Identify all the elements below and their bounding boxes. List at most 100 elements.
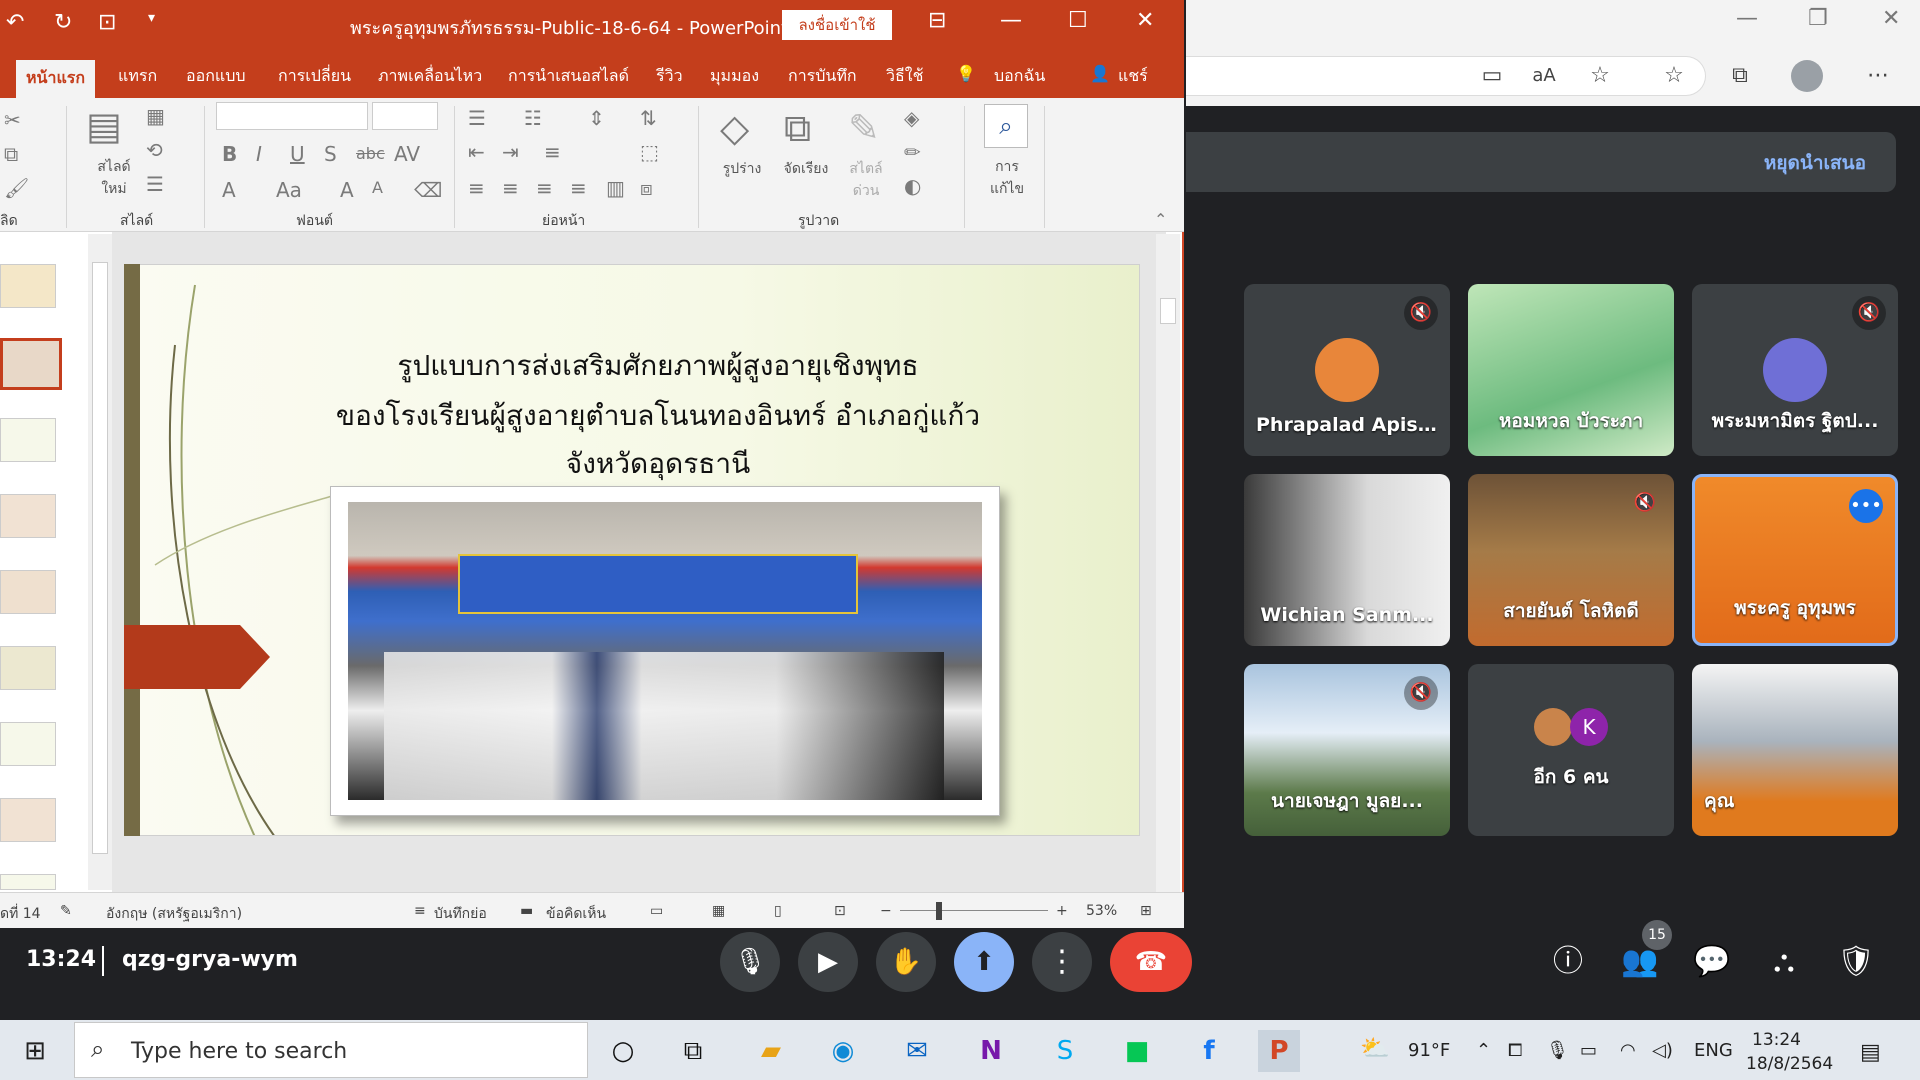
tab-review[interactable]: รีวิว [656, 64, 683, 89]
mic-button[interactable]: 🎙 [720, 932, 780, 992]
tab-tell-me[interactable]: บอกฉัน [994, 64, 1045, 89]
zoom-level[interactable]: 53% [1086, 903, 1117, 919]
volume-icon[interactable]: ◁) [1652, 1040, 1673, 1061]
collections-icon[interactable]: ⧉ [1722, 58, 1758, 94]
participant-tile[interactable]: 🔇 พระมหามิตร ฐิตป... [1692, 284, 1898, 456]
notes-button[interactable]: บันทึกย่อ [434, 903, 487, 925]
present-from-start-icon[interactable]: ⊡ [98, 10, 116, 35]
font-name-dropdown[interactable] [216, 102, 368, 130]
collapse-ribbon-icon[interactable]: ⌃ [1154, 210, 1167, 229]
share-icon[interactable]: 👤 [1090, 64, 1110, 83]
slide-thumbnail[interactable] [0, 264, 56, 308]
columns-layout-icon[interactable]: ▥ [606, 176, 625, 200]
meet-now-icon[interactable]: ⧠ [1508, 1040, 1522, 1061]
slide-thumbnail[interactable] [0, 570, 56, 614]
zoom-in-icon[interactable]: + [1056, 903, 1068, 919]
end-call-button[interactable]: ☎ [1110, 932, 1192, 992]
slide-thumbnail[interactable] [0, 722, 56, 766]
shadow-icon[interactable]: S [324, 142, 337, 166]
more-icon[interactable]: ⋯ [1860, 58, 1896, 94]
spellcheck-icon[interactable]: ✎ [60, 903, 72, 919]
tab-help[interactable]: วิธีใช้ [886, 64, 923, 89]
cut-icon[interactable]: ✂ [4, 108, 21, 132]
battery-icon[interactable]: ▭ [1580, 1040, 1597, 1061]
decrease-font-icon[interactable]: A [372, 178, 383, 197]
zoom-out-icon[interactable]: − [880, 903, 892, 919]
justify-icon[interactable]: ≡ [570, 176, 587, 200]
new-slide-icon[interactable]: ▤ [86, 104, 122, 148]
tab-insert[interactable]: แทรก [118, 64, 157, 89]
scroll-thumb[interactable] [1160, 298, 1176, 324]
file-explorer-icon[interactable]: ▰ [750, 1030, 792, 1072]
shapes-button[interactable]: รูปร่าง [712, 158, 772, 180]
italic-icon[interactable]: I [256, 142, 262, 166]
thumbnails-scrollbar[interactable] [88, 234, 112, 890]
line-spacing-icon[interactable]: ⇕ [588, 106, 605, 130]
more-options-icon[interactable]: ••• [1849, 489, 1883, 523]
reading-view-icon[interactable]: ▯ [774, 903, 782, 919]
show-hidden-icons[interactable]: ⌃ [1476, 1040, 1491, 1061]
skype-icon[interactable]: S [1044, 1030, 1086, 1072]
align-left-icon[interactable]: ≡ [468, 176, 485, 200]
quick-styles-icon[interactable]: ✎ [848, 106, 880, 150]
add-favorite-icon[interactable]: ☆ [1582, 58, 1618, 94]
present-button[interactable]: ⬆ [954, 932, 1014, 992]
tab-animations[interactable]: ภาพเคลื่อนไหว [378, 64, 482, 89]
participant-tile-self[interactable]: คุณ [1692, 664, 1898, 836]
tab-design[interactable]: ออกแบบ [186, 64, 246, 89]
cortana-icon[interactable]: ○ [602, 1030, 644, 1072]
participant-tile[interactable]: 🔇 สายยันต์ โลหิตดี [1468, 474, 1674, 646]
camera-button[interactable]: ▶ [798, 932, 858, 992]
facebook-icon[interactable]: f [1188, 1030, 1230, 1072]
reset-icon[interactable]: ⟲ [146, 138, 163, 162]
underline-icon[interactable]: U [290, 142, 305, 166]
numbering-icon[interactable]: ☷ [524, 106, 542, 130]
activities-icon[interactable]: ⛬ [1762, 940, 1806, 984]
font-size-dropdown[interactable] [372, 102, 438, 130]
notes-icon[interactable]: ≡ [414, 903, 426, 919]
format-painter-icon[interactable]: 🖌 [4, 176, 29, 200]
microphone-icon[interactable]: 🎙 [1546, 1040, 1569, 1061]
minimize-icon[interactable]: — [1736, 6, 1758, 31]
slide-thumbnail[interactable] [0, 874, 56, 890]
shape-outline-icon[interactable]: ✏ [904, 140, 921, 164]
zoom-slider-thumb[interactable] [936, 902, 942, 920]
customize-qat-icon[interactable]: ▾ [148, 10, 155, 26]
zoom-slider[interactable] [900, 910, 1048, 911]
align-text-icon[interactable]: ⬚ [640, 140, 659, 164]
tab-view[interactable]: มุมมอง [710, 64, 759, 89]
participant-tile-active[interactable]: ••• พระครู อุทุมพร [1692, 474, 1898, 646]
slide-thumbnail[interactable] [0, 798, 56, 842]
find-icon[interactable]: ⌕ [984, 104, 1028, 148]
quick-styles-button[interactable]: สไตล์ ด่วน [840, 158, 892, 202]
slide-sorter-icon[interactable]: ▦ [712, 903, 725, 919]
mail-icon[interactable]: ✉ [896, 1030, 938, 1072]
columns-icon[interactable]: ≡ [544, 140, 561, 164]
signin-button[interactable]: ลงชื่อเข้าใช้ [782, 10, 892, 40]
shape-fill-icon[interactable]: ◈ [904, 106, 919, 130]
network-icon[interactable]: ◠ [1620, 1040, 1636, 1061]
shape-effects-icon[interactable]: ◐ [904, 174, 921, 198]
arrange-icon[interactable]: ⧉ [784, 106, 811, 151]
language-indicator[interactable]: อังกฤษ (สหรัฐอเมริกา) [106, 903, 242, 925]
weather-temp[interactable]: 91°F [1408, 1040, 1450, 1061]
clock-time[interactable]: 13:24 [1752, 1030, 1801, 1050]
decrease-indent-icon[interactable]: ⇤ [468, 140, 485, 164]
line-icon[interactable]: ■ [1116, 1030, 1158, 1072]
tab-slideshow[interactable]: การนำเสนอสไลด์ [508, 64, 629, 89]
minimize-icon[interactable]: — [1000, 8, 1022, 33]
onenote-icon[interactable]: N [970, 1030, 1012, 1072]
more-options-button[interactable]: ⋮ [1032, 932, 1092, 992]
slideshow-view-icon[interactable]: ⊡ [834, 903, 846, 919]
slide-thumbnail[interactable] [0, 646, 56, 690]
editing-button[interactable]: การ แก้ไข [972, 156, 1042, 200]
taskbar-search[interactable]: ⌕ Type here to search [74, 1022, 588, 1078]
smartart-icon[interactable]: ⧈ [640, 176, 653, 200]
increase-indent-icon[interactable]: ⇥ [502, 140, 519, 164]
redo-icon[interactable]: ↻ [54, 10, 72, 35]
shapes-icon[interactable]: ◇ [720, 106, 749, 150]
participant-tile[interactable]: Wichian Sanm... [1244, 474, 1450, 646]
favorites-icon[interactable]: ☆ [1656, 58, 1692, 94]
normal-view-icon[interactable]: ▭ [650, 903, 663, 919]
participant-tile[interactable]: 🔇 นายเจษฎา มูลย... [1244, 664, 1450, 836]
